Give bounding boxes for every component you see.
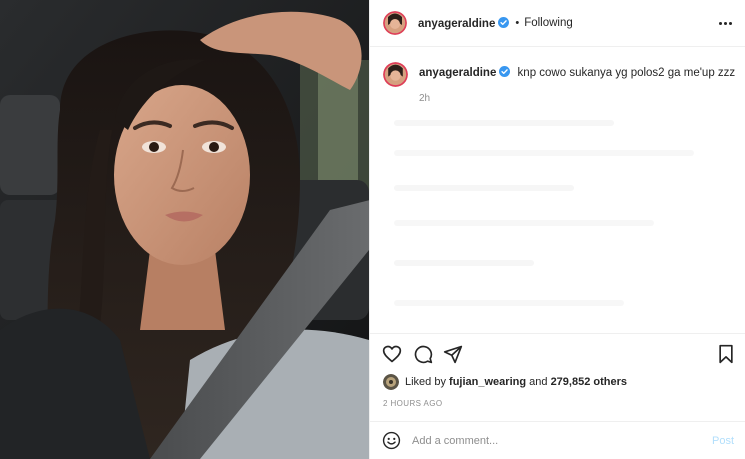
- liker-username[interactable]: fujian_wearing: [449, 376, 526, 388]
- caption-time[interactable]: 2h: [419, 93, 735, 104]
- action-bar: [370, 333, 745, 373]
- post-header: anyageraldine • Following: [370, 0, 745, 47]
- likes-count[interactable]: 279,852 others: [551, 376, 627, 388]
- bookmark-icon[interactable]: [716, 344, 736, 364]
- comment-input[interactable]: [412, 434, 702, 447]
- author-username[interactable]: anyageraldine: [418, 16, 510, 30]
- post-side-panel: anyageraldine • Following anyageraldine …: [369, 0, 745, 459]
- selfie-image: [0, 0, 369, 459]
- post-caption: anyageraldine knp cowo sukanya yg polos2…: [383, 62, 735, 104]
- caption-username[interactable]: anyageraldine: [419, 67, 496, 79]
- verified-badge-icon: [498, 16, 510, 28]
- post-photo[interactable]: [0, 0, 369, 459]
- smiley-icon[interactable]: [382, 431, 401, 450]
- header-separator: •: [515, 17, 520, 29]
- post-comment-button[interactable]: Post: [712, 435, 734, 447]
- instagram-post: anyageraldine • Following anyageraldine …: [0, 0, 745, 459]
- post-timestamp[interactable]: 2 HOURS AGO: [383, 399, 443, 408]
- author-username-text[interactable]: anyageraldine: [418, 18, 495, 30]
- more-horizontal-icon[interactable]: [716, 15, 734, 31]
- caption-avatar[interactable]: [383, 62, 408, 87]
- liker-avatar[interactable]: [383, 374, 399, 390]
- comment-icon[interactable]: [413, 344, 433, 364]
- caption-text: knp cowo sukanya yg polos2 ga me'up zzz: [517, 67, 736, 79]
- likes-summary: Liked by fujian_wearing and 279,852 othe…: [383, 374, 627, 390]
- following-button[interactable]: Following: [524, 17, 573, 29]
- comments-area: [384, 110, 734, 330]
- verified-badge-icon: [499, 66, 511, 77]
- share-icon[interactable]: [443, 344, 463, 364]
- heart-icon[interactable]: [382, 344, 402, 364]
- author-avatar[interactable]: [383, 11, 407, 35]
- likes-prefix: Liked by: [405, 376, 446, 388]
- likes-conjunction: and: [529, 376, 548, 388]
- add-comment-bar: Post: [370, 421, 745, 459]
